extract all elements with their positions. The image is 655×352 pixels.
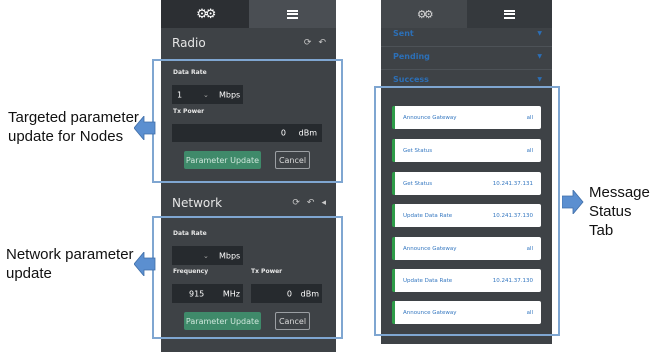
accordion-pending[interactable]: Pending ▼ <box>381 47 552 70</box>
accordion-success-label: Success <box>393 75 429 84</box>
left-arrow-icon <box>134 116 156 140</box>
gears-icon: ⚙⚙ <box>196 6 216 22</box>
tab-bar: ⚙⚙ <box>161 0 336 28</box>
menu-icon <box>503 9 515 19</box>
annotation-line: Message <box>589 184 650 201</box>
message-status-highlight-box <box>374 86 560 336</box>
accordion-sent-label: Sent <box>393 29 414 38</box>
annotation-line: Targeted parameter <box>8 109 139 126</box>
network-update-annotation: Network parameter update <box>6 245 134 283</box>
accordion-pending-label: Pending <box>393 52 430 61</box>
undo-icon[interactable]: ↶ <box>307 198 315 208</box>
undo-icon[interactable]: ↶ <box>318 38 326 48</box>
tab-settings[interactable]: ⚙⚙ <box>161 0 249 28</box>
accordion-sent[interactable]: Sent ▼ <box>381 24 552 47</box>
network-title: Network <box>172 196 223 210</box>
right-arrow-icon <box>562 190 584 214</box>
refresh-icon[interactable]: ⟳ <box>304 38 312 48</box>
chevron-down-icon: ▼ <box>537 76 542 83</box>
tab-messages[interactable] <box>248 0 336 28</box>
left-arrow-icon <box>134 252 156 276</box>
menu-icon <box>286 9 298 19</box>
radio-section-header: Radio ⟳ ↶ <box>161 30 336 60</box>
broadcast-icon[interactable]: ◂ <box>321 198 326 208</box>
network-highlight-box <box>152 216 343 339</box>
chevron-down-icon: ▼ <box>537 53 542 60</box>
targeted-update-annotation: Targeted parameter update for Nodes <box>8 108 139 146</box>
annotation-line: Network parameter <box>6 246 134 263</box>
message-status-annotation: Message Status Tab <box>589 183 655 240</box>
refresh-icon[interactable]: ⟳ <box>292 198 300 208</box>
annotation-line: update for Nodes <box>8 128 124 145</box>
gears-icon: ⚙⚙ <box>416 7 434 21</box>
radio-highlight-box <box>152 59 343 183</box>
chevron-down-icon: ▼ <box>537 30 542 37</box>
annotation-line: Status Tab <box>589 203 632 239</box>
radio-title: Radio <box>172 36 206 50</box>
annotation-line: update <box>6 265 52 282</box>
